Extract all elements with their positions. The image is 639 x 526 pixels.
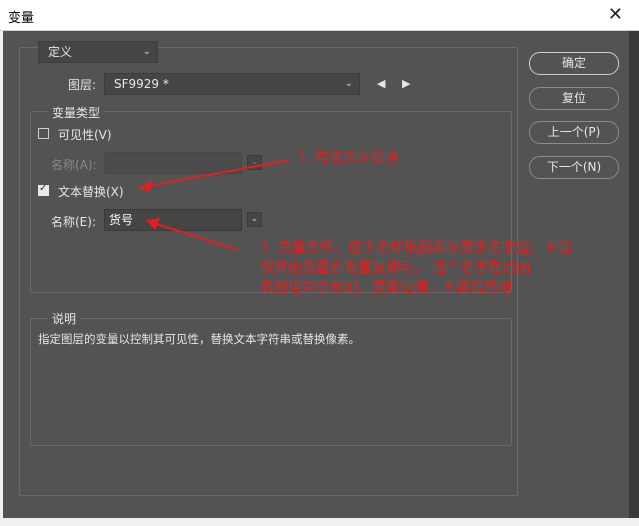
name-e-input[interactable]: 货号 — [104, 209, 242, 231]
chevron-down-icon: ⌄ — [142, 46, 151, 57]
layer-select[interactable]: SF9929 * ⌄ — [104, 73, 360, 95]
variable-type-heading: 变量类型 — [48, 104, 105, 121]
text-replace-checkbox[interactable] — [38, 183, 49, 196]
name-a-dropdown-icon: ⌄ — [247, 155, 262, 170]
visibility-checkbox[interactable] — [38, 128, 49, 139]
visibility-label[interactable]: 可见性(V) — [58, 126, 112, 143]
next-button[interactable]: 下一个(N) — [529, 156, 619, 179]
window-title: 变量 — [8, 11, 35, 26]
annotation-note-2-line-1: 2. 变量名称，这个名称根据实际需求名字起，不能 — [260, 240, 572, 256]
layer-label: 图层: — [68, 78, 97, 92]
name-e-value: 货号 — [109, 213, 134, 227]
description-heading: 说明 — [48, 310, 81, 327]
annotation-note-1: 1. 勾选文本替换 — [297, 150, 399, 166]
name-e-label: 名称(E): — [51, 215, 96, 229]
text-replace-label[interactable]: 文本替换(X) — [58, 183, 124, 200]
mode-select-value: 定义 — [48, 45, 73, 59]
name-e-dropdown-icon[interactable]: ⌄ — [247, 212, 262, 227]
annotation-note-2-line-2: 跟其他变量名有重复即可。 这个名字在后面 — [260, 260, 531, 276]
title-bar: 变量 ✕ — [0, 0, 639, 31]
prev-layer-arrow-icon[interactable]: ◀ — [377, 77, 385, 90]
close-icon[interactable]: ✕ — [608, 4, 623, 25]
mode-select[interactable]: 定义 ⌄ — [38, 41, 158, 63]
chevron-down-icon: ⌄ — [344, 78, 353, 89]
next-layer-arrow-icon[interactable]: ▶ — [402, 77, 410, 90]
background-app-strip — [629, 31, 639, 518]
ok-button[interactable]: 确定 — [529, 52, 619, 75]
name-a-label: 名称(A): — [51, 158, 97, 172]
annotation-note-2-line-3: 数据组中会用到，需要记得，不要搞错哦 — [260, 280, 512, 296]
prev-button[interactable]: 上一个(P) — [529, 121, 619, 144]
name-a-input — [104, 152, 242, 174]
reset-button[interactable]: 复位 — [529, 87, 619, 110]
layer-select-value: SF9929 * — [114, 77, 169, 91]
dialog-bottom-border — [0, 518, 639, 526]
dialog-left-border — [0, 31, 3, 526]
description-text: 指定图层的变量以控制其可见性，替换文本字符串或替换像素。 — [38, 332, 360, 346]
